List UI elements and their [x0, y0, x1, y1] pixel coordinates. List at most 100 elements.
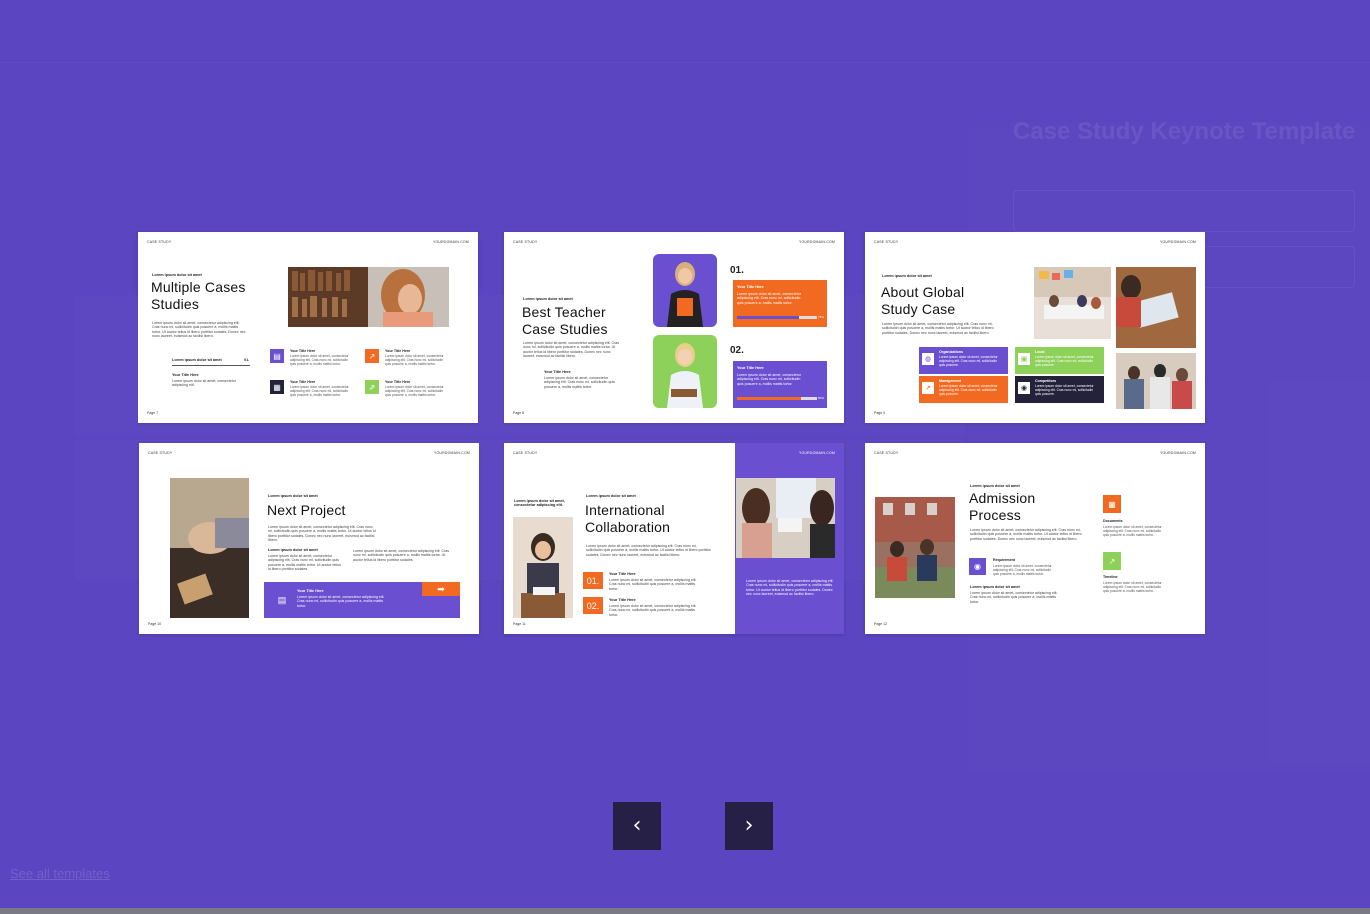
slide-title-line1: Best Teacher: [522, 304, 606, 320]
page-number: Page 11: [513, 622, 526, 626]
slide-thumbnail[interactable]: CASE STUDY YOURDOMAIN.COM Lorem ipsum do…: [138, 232, 478, 423]
slide-body: Lorem ipsum dolor sit amet, consectetur …: [152, 321, 246, 339]
slide-label: CASE STUDY: [513, 240, 538, 244]
student-reading-photo: [513, 517, 573, 618]
documents-body: Lorem ipsum dolor sit amet, consectetur …: [1103, 525, 1162, 537]
trend-icon: ↗: [1103, 552, 1121, 570]
card-title: Your Title Here: [737, 366, 764, 370]
slide-label: CASE STUDY: [874, 451, 899, 455]
user-icon: ◉: [969, 558, 986, 575]
highlight-band: ▤ Your Title Here Lorem ipsum dolor sit …: [264, 582, 460, 618]
cell-title: Locat: [1035, 350, 1045, 354]
band-body: Lorem ipsum dolor sit amet, consectetur …: [297, 595, 385, 608]
slide-kicker: Lorem ipsum dolor sit amet: [268, 494, 318, 498]
calendar-icon: ▦: [1103, 495, 1121, 513]
slide-thumbnail[interactable]: CASE STUDY YOURDOMAIN.COM Lorem ipsum do…: [139, 443, 479, 634]
cell-body: Lorem ipsum dolor sit amet, consectetur …: [939, 355, 998, 367]
slide-label: CASE STUDY: [147, 240, 172, 244]
teacher-photo: [653, 335, 717, 408]
previous-slide-button[interactable]: ‹: [613, 802, 661, 850]
slide-kicker: Lorem ipsum dolor sit amet: [882, 274, 932, 278]
slide-domain: YOURDOMAIN.COM: [798, 240, 835, 244]
background-nav: [0, 0, 1370, 63]
students-photo: [1116, 353, 1196, 409]
requirement-body: Lorem ipsum dolor sit amet, consectetur …: [993, 564, 1052, 576]
info-cell: ▣ Locat Lorem ipsum dolor sit amet, cons…: [1015, 347, 1104, 374]
column-body: Lorem ipsum dolor sit amet, consectetur …: [268, 554, 341, 572]
page-number: Page 8: [513, 411, 525, 415]
slide-subtitle: Your Title Here: [544, 370, 571, 374]
slide-label: CASE STUDY: [148, 451, 173, 455]
divider: [172, 365, 250, 366]
number-01-badge: 01.: [583, 572, 603, 589]
slide-row-num: 01.: [244, 358, 250, 362]
progress-card: Your Title Here Lorem ipsum dolor sit am…: [733, 361, 827, 408]
cell-body: Lorem ipsum dolor sit amet, consectetur …: [1035, 355, 1094, 367]
documents-title: Documents: [1103, 519, 1123, 523]
see-all-templates-link[interactable]: See all templates: [10, 866, 110, 881]
slide-title-line1: Next Project: [267, 502, 346, 518]
item-title: Your Title Here: [290, 349, 316, 353]
progress-value: 80%: [818, 396, 825, 400]
cell-title: Management: [939, 379, 961, 383]
location-icon: ▣: [1018, 353, 1030, 365]
slide-title-line2: Studies: [151, 296, 200, 312]
slide-row-label: Lorem ipsum dolor sit amet: [172, 358, 222, 362]
slide-body: Lorem ipsum dolor sit amet, consectetur …: [882, 322, 994, 335]
slide-thumbnail[interactable]: CASE STUDY YOURDOMAIN.COM Lorem ipsum do…: [865, 232, 1205, 423]
cell-body: Lorem ipsum dolor sit amet, consectetur …: [1035, 384, 1094, 396]
card-body: Lorem ipsum dolor sit amet, consectetur …: [737, 373, 801, 386]
slide-title-line1: Admission: [969, 490, 1036, 506]
item-title: Your Title Here: [609, 572, 636, 576]
background-download-button: [1013, 190, 1355, 232]
next-slide-button[interactable]: ›: [725, 802, 773, 850]
organization-icon: ◍: [922, 353, 934, 365]
card-body: Lorem ipsum dolor sit amet, consectetur …: [737, 292, 801, 305]
page-number: Page 12: [874, 622, 888, 626]
bottom-title: Lorem ipsum dolor sit amet: [970, 585, 1020, 589]
band-title: Your Title Here: [297, 589, 324, 593]
slide-kicker: Lorem ipsum dolor sit amet: [970, 484, 1020, 488]
card-title: Your Title Here: [737, 285, 764, 289]
slide-label: CASE STUDY: [874, 240, 899, 244]
book-icon: ▤: [270, 349, 284, 363]
item-body: Lorem ipsum dolor sit amet, consectetur …: [609, 604, 697, 617]
item-title: Your Title Here: [385, 349, 411, 353]
cell-title: Organizations: [939, 350, 963, 354]
page-number: Page 7: [147, 411, 159, 415]
timeline-title: Timeline: [1103, 575, 1118, 579]
calendar-icon: ▦: [270, 380, 284, 394]
requirement-title: Requirement: [993, 558, 1015, 562]
info-cell: ◍ Organizations Lorem ipsum dolor sit am…: [919, 347, 1008, 374]
item-body: Lorem ipsum dolor sit amet, consectetur …: [609, 578, 697, 591]
panel-body: Lorem ipsum dolor sit amet, consectetur …: [746, 579, 834, 597]
laptop-photo: [1116, 267, 1196, 348]
progress-fill: [737, 397, 801, 400]
library-photo: [288, 267, 449, 327]
slide-title-line1: Multiple Cases: [151, 279, 246, 295]
progress-value: 78%: [818, 315, 825, 319]
slide-title-line1: About Global: [881, 284, 965, 300]
competitor-icon: ◉: [1018, 382, 1030, 394]
page-number: Page 9: [874, 411, 886, 415]
slide-thumbnail[interactable]: CASE STUDY YOURDOMAIN.COM Lorem ipsum do…: [865, 443, 1205, 634]
slide-body: Lorem ipsum dolor sit amet, consectetur …: [523, 341, 620, 359]
slide-body: Lorem ipsum dolor sit amet, consectetur …: [586, 544, 711, 557]
item-title: Your Title Here: [385, 380, 411, 384]
slide-body: Lorem ipsum dolor sit amet, consectetur …: [970, 528, 1082, 541]
column-title: Lorem ipsum dolor sit amet: [268, 548, 318, 552]
slide-kicker: Lorem ipsum dolor sit amet: [152, 273, 202, 277]
info-cell: ↗ Management Lorem ipsum dolor sit amet,…: [919, 376, 1008, 403]
slide-thumbnail[interactable]: CASE STUDY YOURDOMAIN.COM Lorem ipsum do…: [504, 443, 844, 634]
slide-domain: YOURDOMAIN.COM: [432, 240, 469, 244]
slide-thumbnail[interactable]: CASE STUDY YOURDOMAIN.COM Lorem ipsum do…: [504, 232, 844, 423]
slide-title-line2: Case Studies: [522, 321, 608, 337]
slide-kicker: Lorem ipsum dolor sit amet: [523, 297, 573, 301]
cell-body: Lorem ipsum dolor sit amet, consectetur …: [939, 384, 998, 396]
desk-photo: [170, 478, 249, 618]
slide-subtitle: Your Title Here: [172, 373, 199, 377]
arrow-right-icon: ➡: [422, 582, 460, 596]
slide-title-line2: Collaboration: [585, 519, 671, 535]
slide-title-line2: Study Case: [881, 301, 956, 317]
teacher-photo: [653, 254, 717, 327]
